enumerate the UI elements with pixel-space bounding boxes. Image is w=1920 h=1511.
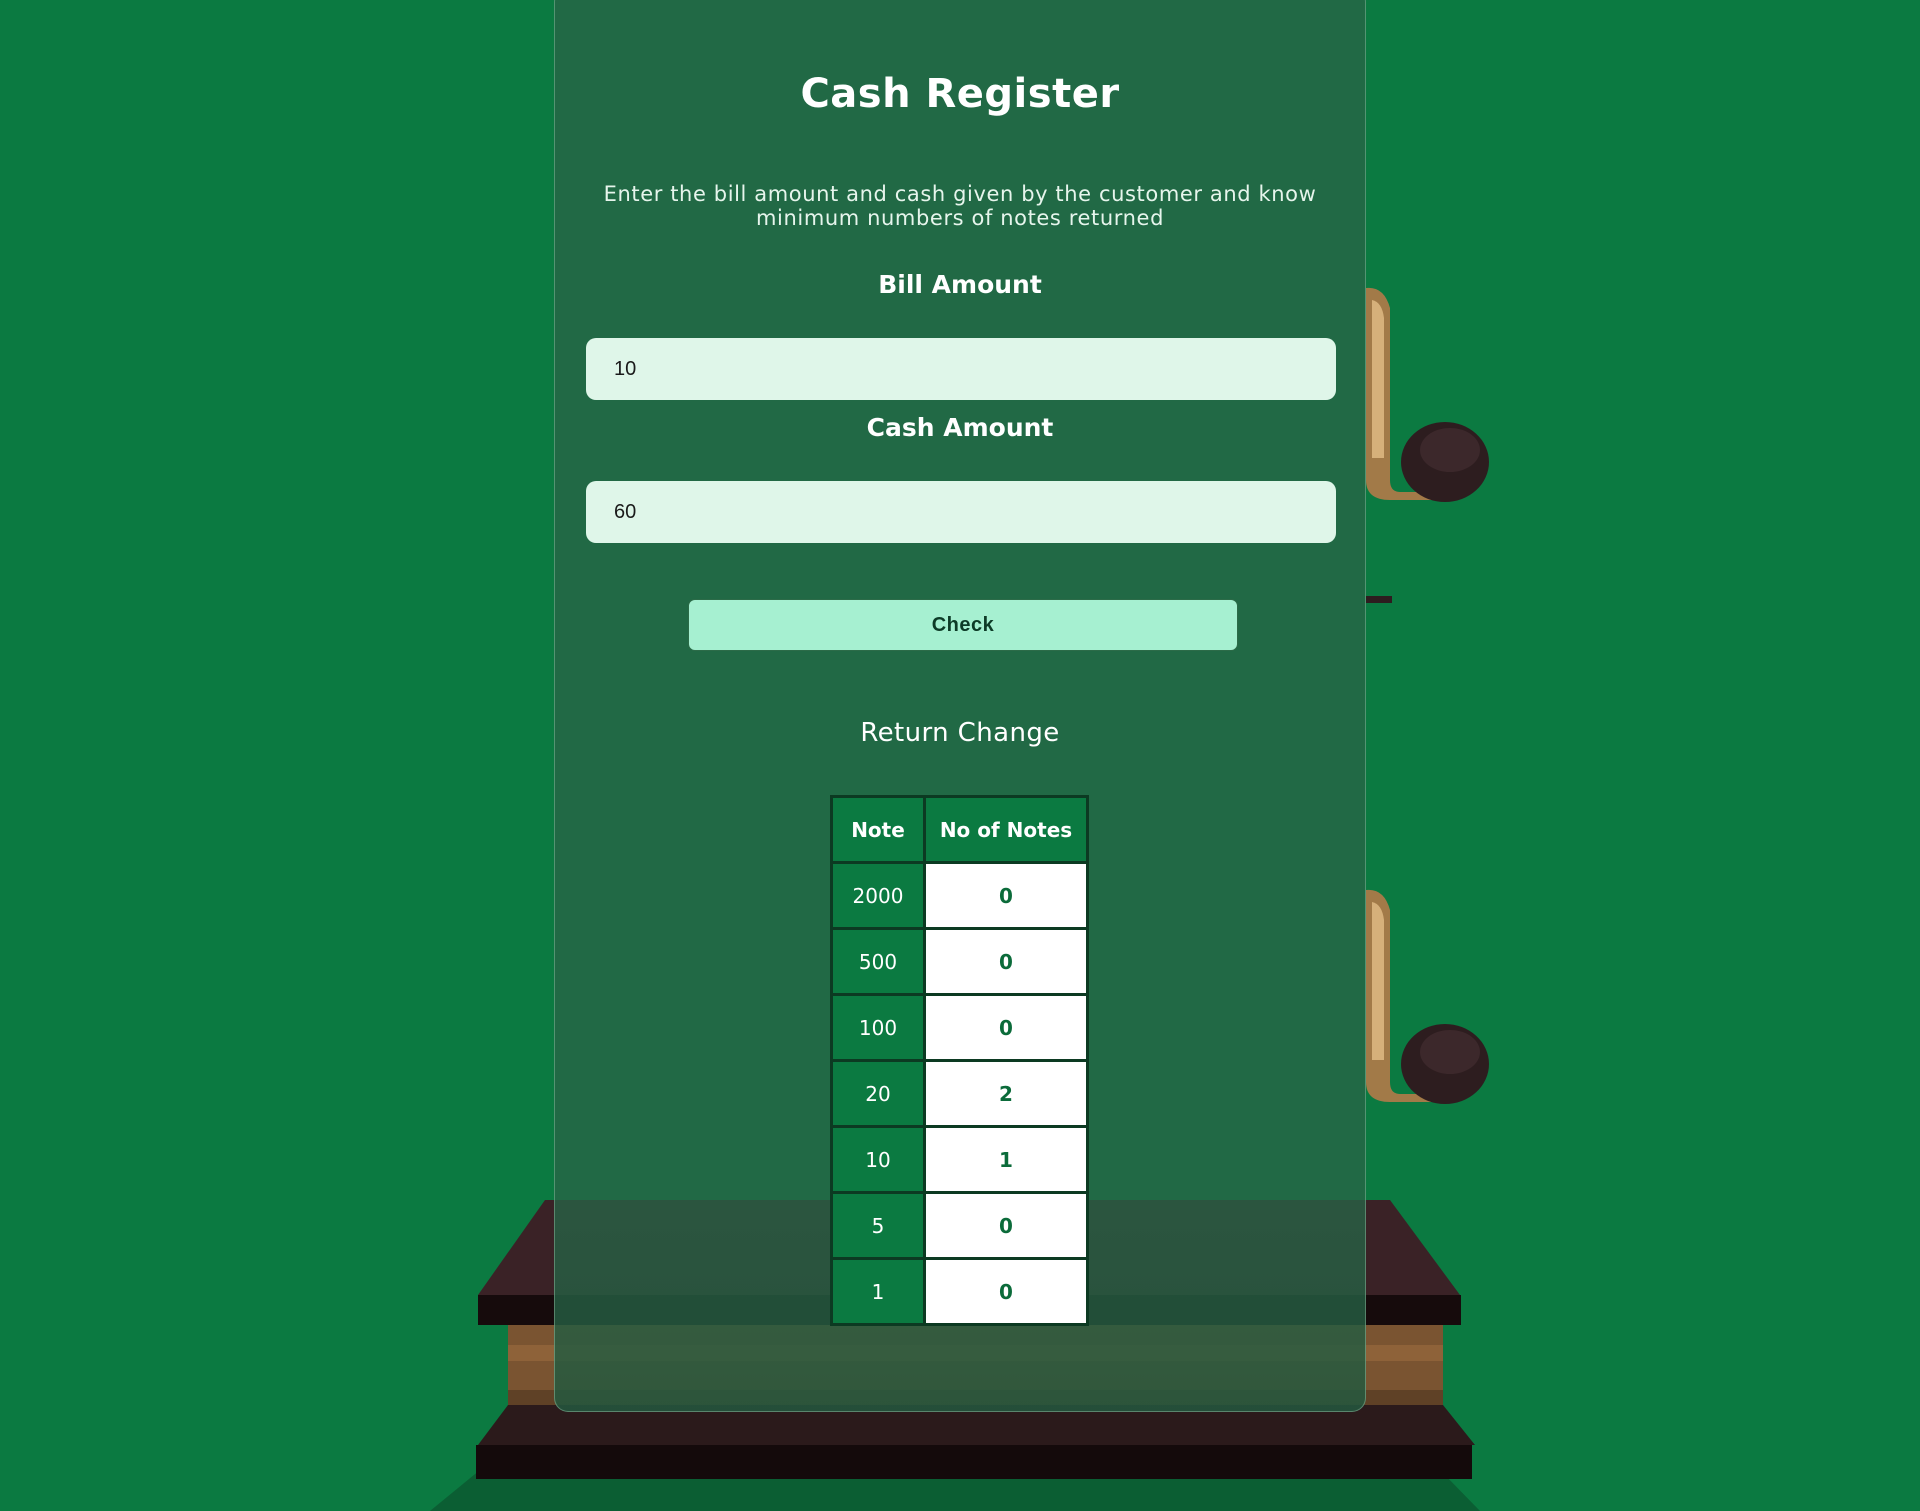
note-value: 500 [830, 927, 926, 996]
cash-amount-input[interactable] [586, 481, 1336, 543]
note-count: 0 [923, 1257, 1089, 1326]
table-row: 10 1 [830, 1125, 1089, 1194]
page-description: Enter the bill amount and cash given by … [603, 182, 1317, 230]
note-value: 1 [830, 1257, 926, 1326]
table-row: 500 0 [830, 927, 1089, 996]
bill-amount-label: Bill Amount [878, 270, 1042, 299]
app-root: Cash Register Enter the bill amount and … [0, 0, 1920, 1511]
note-count: 0 [923, 861, 1089, 930]
table-row: 5 0 [830, 1191, 1089, 1260]
table-row: 2000 0 [830, 861, 1089, 930]
table-header-row: Note No of Notes [830, 795, 1089, 864]
note-count: 2 [923, 1059, 1089, 1128]
note-value: 100 [830, 993, 926, 1062]
column-header-note: Note [830, 795, 926, 864]
note-count: 1 [923, 1125, 1089, 1194]
page-title: Cash Register [800, 71, 1120, 117]
note-count: 0 [923, 1191, 1089, 1260]
cash-amount-label: Cash Amount [866, 413, 1054, 442]
return-change-title: Return Change [860, 718, 1060, 748]
table-row: 20 2 [830, 1059, 1089, 1128]
bill-amount-input[interactable] [586, 338, 1336, 400]
column-header-count: No of Notes [923, 795, 1089, 864]
note-value: 5 [830, 1191, 926, 1260]
note-value: 20 [830, 1059, 926, 1128]
table-row: 100 0 [830, 993, 1089, 1062]
note-count: 0 [923, 993, 1089, 1062]
main-panel: Cash Register Enter the bill amount and … [554, 0, 1366, 1412]
note-count: 0 [923, 927, 1089, 996]
check-button[interactable]: Check [688, 599, 1238, 651]
note-value: 10 [830, 1125, 926, 1194]
table-row: 1 0 [830, 1257, 1089, 1326]
change-table: Note No of Notes 2000 0 500 0 100 0 20 2… [830, 795, 1089, 1326]
note-value: 2000 [830, 861, 926, 930]
